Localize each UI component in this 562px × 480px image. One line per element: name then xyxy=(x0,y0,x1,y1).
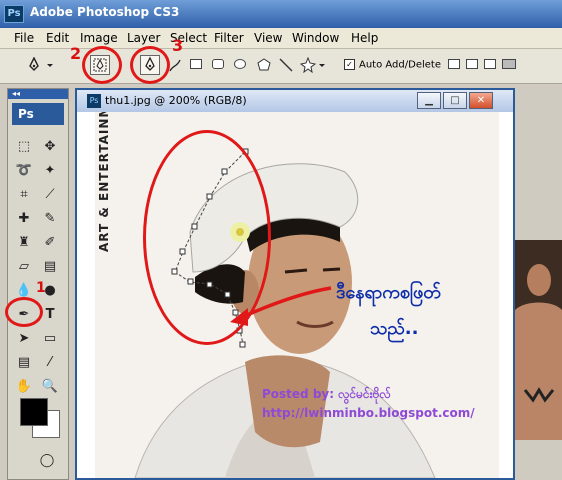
rectangle-shape-icon[interactable] xyxy=(190,59,202,69)
marquee-tool-icon[interactable]: ⬚ xyxy=(14,137,34,157)
rectangle-tool-icon[interactable]: ▭ xyxy=(40,329,60,349)
path-combine-intersect-icon[interactable] xyxy=(484,59,496,69)
annotation-text-line2: သည်.. xyxy=(370,318,419,339)
quick-mask-icon[interactable]: ◯ xyxy=(34,451,60,471)
pen-tool-preset-icon[interactable] xyxy=(26,57,42,73)
maximize-button[interactable]: □ xyxy=(443,92,467,109)
slice-tool-icon[interactable]: ⟋ xyxy=(40,185,60,205)
toolbox-grip[interactable]: ◂◂ xyxy=(8,89,68,99)
app-title: Adobe Photoshop CS3 xyxy=(30,5,180,19)
magic-wand-tool-icon[interactable]: ✦ xyxy=(40,161,60,181)
menu-edit[interactable]: Edit xyxy=(46,31,69,45)
toolbox-ps-badge: Ps xyxy=(12,103,64,125)
menu-window[interactable]: Window xyxy=(292,31,339,45)
healing-brush-tool-icon[interactable]: ✚ xyxy=(14,209,34,229)
document-ps-icon: Ps xyxy=(87,94,101,108)
close-button[interactable]: ✕ xyxy=(469,92,493,109)
path-combine-add-icon[interactable] xyxy=(448,59,460,69)
step-marker-1: 1 xyxy=(36,280,46,296)
blog-url-text: http://lwinminbo.blogspot.com/ xyxy=(262,406,475,420)
auto-add-delete-option[interactable]: ✓ Auto Add/Delete xyxy=(344,59,441,71)
photoshop-app-icon: Ps xyxy=(4,5,24,23)
step-marker-2: 2 xyxy=(70,44,82,63)
gradient-tool-icon[interactable]: ▤ xyxy=(40,257,60,277)
foreground-color-swatch[interactable] xyxy=(20,398,48,426)
auto-add-delete-checkbox[interactable]: ✓ xyxy=(344,59,355,70)
document-title-bar: Ps thu1.jpg @ 200% (RGB/8) ▁ □ ✕ xyxy=(77,90,513,112)
menu-layer[interactable]: Layer xyxy=(127,31,160,45)
vertical-watermark: ART & ENTERTAINMENT xyxy=(97,112,111,252)
side-reference-image xyxy=(515,240,562,440)
annotation-text-line1: ဒီနေရာကစဖြတ် xyxy=(336,282,441,303)
menu-filter[interactable]: Filter xyxy=(214,31,244,45)
document-title: thu1.jpg @ 200% (RGB/8) xyxy=(105,94,247,107)
crop-tool-icon[interactable]: ⌗ xyxy=(14,185,34,205)
menu-help[interactable]: Help xyxy=(351,31,378,45)
line-shape-icon[interactable] xyxy=(278,57,294,73)
zoom-tool-icon[interactable]: 🔍 xyxy=(40,377,60,397)
path-combine-subtract-icon[interactable] xyxy=(466,59,478,69)
app-title-bar: Ps Adobe Photoshop CS3 xyxy=(0,0,562,28)
preset-dropdown-icon[interactable] xyxy=(46,57,54,73)
notes-tool-icon[interactable]: ▤ xyxy=(14,353,34,373)
highlight-pen-option xyxy=(130,46,170,84)
history-brush-tool-icon[interactable]: ✐ xyxy=(40,233,60,253)
clone-stamp-tool-icon[interactable]: ♜ xyxy=(14,233,34,253)
posted-by-text: Posted by: လွင်မင်းဗိုလ် xyxy=(262,387,391,401)
annotation-arrow-icon xyxy=(230,286,332,326)
hand-tool-icon[interactable]: ✋ xyxy=(14,377,34,397)
auto-add-delete-label: Auto Add/Delete xyxy=(359,59,441,71)
menu-file[interactable]: File xyxy=(14,31,34,45)
highlight-pen-tool xyxy=(5,297,43,327)
polygon-shape-icon[interactable] xyxy=(256,57,272,73)
path-selection-tool-icon[interactable]: ➤ xyxy=(14,329,34,349)
custom-shape-icon[interactable] xyxy=(300,57,316,73)
shape-dropdown-icon[interactable] xyxy=(318,57,326,73)
lasso-tool-icon[interactable]: ➰ xyxy=(14,161,34,181)
highlight-paths-mode xyxy=(82,46,122,84)
menu-view[interactable]: View xyxy=(254,31,282,45)
reference-photo xyxy=(515,240,562,440)
brush-tool-icon[interactable]: ✎ xyxy=(40,209,60,229)
menu-image[interactable]: Image xyxy=(80,31,118,45)
path-combine-exclude-icon[interactable] xyxy=(502,59,516,69)
rounded-rectangle-shape-icon[interactable] xyxy=(212,59,224,69)
type-tool-icon[interactable]: T xyxy=(40,305,60,325)
step-marker-3: 3 xyxy=(172,36,184,55)
menu-bar: File Edit Image Layer Select Filter View… xyxy=(0,28,562,49)
ellipse-shape-icon[interactable] xyxy=(234,59,246,69)
eraser-tool-icon[interactable]: ▱ xyxy=(14,257,34,277)
eyedropper-tool-icon[interactable]: ⁄ xyxy=(40,353,60,373)
move-tool-icon[interactable]: ✥ xyxy=(40,137,60,157)
minimize-button[interactable]: ▁ xyxy=(417,92,441,109)
